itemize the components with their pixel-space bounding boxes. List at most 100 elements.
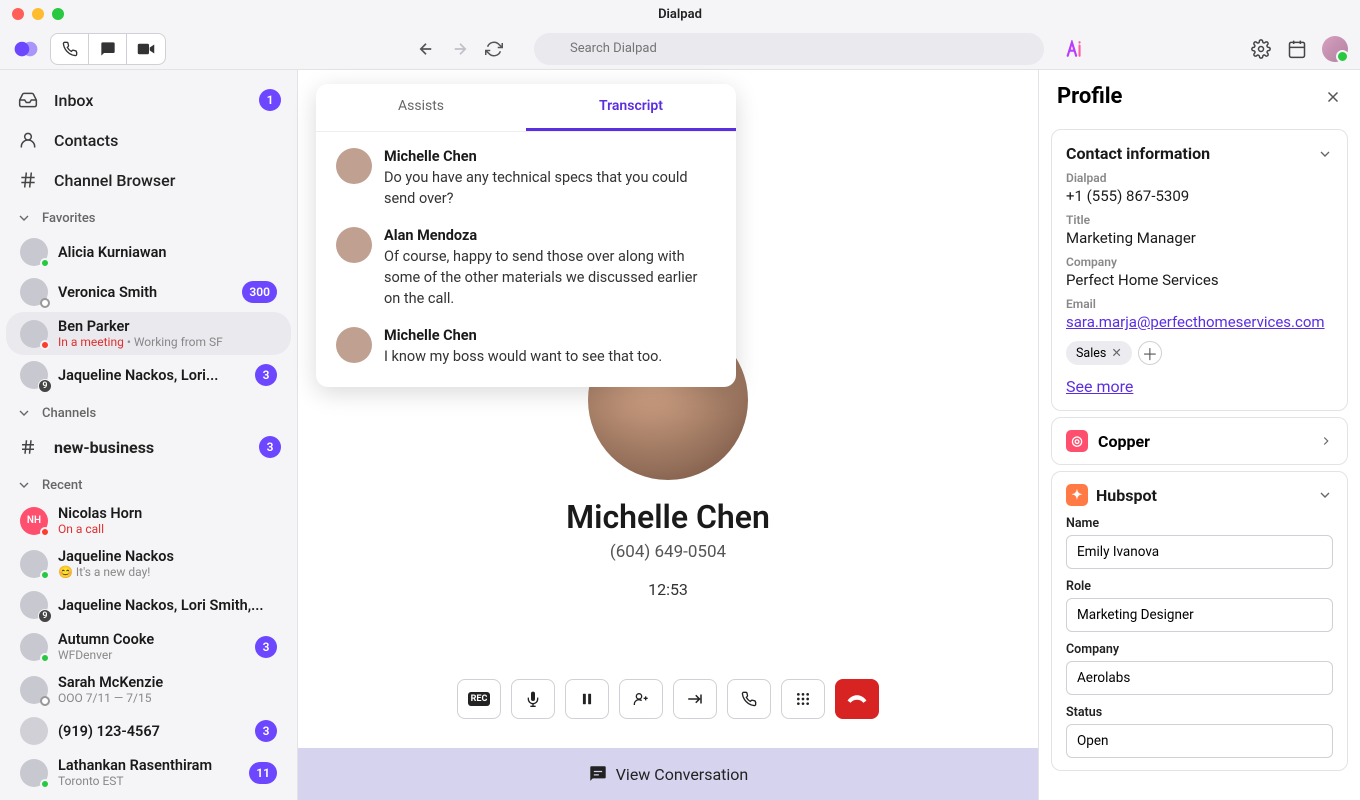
inbox-icon [16, 88, 40, 112]
copper-integration[interactable]: ◎ Copper [1051, 417, 1348, 465]
sidebar-recent-item[interactable]: Jaqueline Nackos😊 It's a new day! [6, 542, 291, 585]
sidebar-contacts[interactable]: Contacts [0, 120, 297, 160]
video-button[interactable] [127, 34, 165, 64]
dialpad-button[interactable] [781, 679, 825, 719]
collapse-button[interactable] [1317, 487, 1333, 503]
channel-new-business[interactable]: new-business 3 [0, 427, 297, 467]
hubspot-icon: ✦ [1066, 484, 1088, 506]
avatar [20, 759, 48, 787]
contacts-icon [16, 128, 40, 152]
hash-icon [16, 168, 40, 192]
sidebar-channel-browser[interactable]: Channel Browser [0, 160, 297, 200]
sidebar-inbox-label: Inbox [54, 91, 93, 110]
phone-value: +1 (555) 867-5309 [1066, 187, 1333, 205]
nav-arrows [416, 39, 504, 59]
sidebar-recent-item[interactable]: 9 Jaqueline Nackos, Lori Smith,... [6, 585, 291, 625]
sidebar-recent-item[interactable]: (919) 123-4567 3 [6, 711, 291, 751]
hold-button[interactable] [565, 679, 609, 719]
hs-status-input[interactable] [1066, 724, 1333, 758]
hs-name-input[interactable] [1066, 535, 1333, 569]
call-contact-name: Michelle Chen [298, 498, 1038, 536]
back-button[interactable] [416, 39, 436, 59]
contact-name: Veronica Smith [58, 284, 232, 301]
user-avatar[interactable] [1322, 36, 1348, 62]
sidebar-recent-item[interactable]: Autumn CookeWFDenver 3 [6, 625, 291, 668]
avatar [20, 676, 48, 704]
hs-company-input[interactable] [1066, 661, 1333, 695]
sidebar-recent-item[interactable]: NH Nicolas HornOn a call [6, 499, 291, 542]
calendar-button[interactable] [1286, 38, 1308, 60]
sidebar-favorite-item[interactable]: Ben ParkerIn a meeting • Working from SF [6, 312, 291, 355]
email-label: Email [1066, 297, 1333, 311]
message-text: I know my boss would want to see that to… [384, 346, 716, 367]
hs-role-input[interactable] [1066, 598, 1333, 632]
hs-company-label: Company [1066, 642, 1333, 657]
message-author: Michelle Chen [384, 327, 716, 344]
window-zoom-button[interactable] [52, 8, 64, 20]
tab-assists[interactable]: Assists [316, 84, 526, 131]
recent-label: Recent [42, 478, 82, 493]
window-title: Dialpad [658, 7, 702, 22]
avatar [20, 633, 48, 661]
sidebar-favorite-item[interactable]: Alicia Kurniawan [6, 232, 291, 272]
email-link[interactable]: sara.marja@perfecthomeservices.com [1066, 313, 1325, 331]
reload-button[interactable] [484, 39, 504, 59]
channels-header[interactable]: Channels [0, 395, 297, 427]
avatar [20, 550, 48, 578]
recent-header[interactable]: Recent [0, 467, 297, 499]
channel-name: new-business [54, 438, 154, 457]
tag-sales[interactable]: Sales✕ [1066, 341, 1132, 365]
call-options-button[interactable] [727, 679, 771, 719]
profile-panel: Profile Contact information Dialpad +1 (… [1038, 70, 1360, 800]
window-close-button[interactable] [12, 8, 24, 20]
sidebar-favorite-item[interactable]: 9 Jaqueline Nackos, Lori... 3 [6, 355, 291, 395]
search-input[interactable] [534, 33, 1044, 65]
sidebar-recent-item[interactable]: Lathankan RasenthiramToronto EST 11 [6, 751, 291, 794]
contact-name: (919) 123-4567 [58, 723, 245, 740]
sidebar-recent-item[interactable]: Sarah McKenzieOOO 7/11 — 7/15 [6, 668, 291, 711]
sidebar-favorite-item[interactable]: Veronica Smith 300 [6, 272, 291, 312]
favorites-header[interactable]: Favorites [0, 200, 297, 232]
right-icons [1250, 36, 1348, 62]
view-conversation-label: View Conversation [616, 765, 749, 784]
settings-button[interactable] [1250, 38, 1272, 60]
copper-label: Copper [1098, 432, 1150, 451]
unread-badge: 11 [249, 762, 277, 784]
hs-status-label: Status [1066, 705, 1333, 720]
hs-role-label: Role [1066, 579, 1333, 594]
chevron-down-icon [16, 405, 32, 421]
message-button[interactable] [89, 34, 127, 64]
channel-badge: 3 [259, 436, 281, 458]
mute-button[interactable] [511, 679, 555, 719]
toolbar [0, 28, 1360, 70]
profile-close-button[interactable] [1324, 88, 1342, 106]
contact-name: Autumn Cooke [58, 631, 245, 648]
record-button[interactable]: REC [457, 679, 501, 719]
avatar [336, 227, 372, 263]
see-more-link[interactable]: See more [1066, 377, 1133, 396]
call-contact-phone: (604) 649-0504 [298, 542, 1038, 562]
copper-icon: ◎ [1066, 430, 1088, 452]
hangup-button[interactable] [835, 679, 879, 719]
sidebar-inbox[interactable]: Inbox 1 [0, 80, 297, 120]
collapse-button[interactable] [1317, 146, 1333, 162]
add-participant-button[interactable] [619, 679, 663, 719]
view-conversation-button[interactable]: View Conversation [298, 748, 1038, 800]
chevron-down-icon [16, 210, 32, 226]
add-tag-button[interactable]: ＋ [1138, 341, 1162, 365]
contact-name: Lathankan Rasenthiram [58, 757, 239, 774]
inbox-badge: 1 [259, 89, 281, 111]
sidebar-recent-item[interactable]: 24 Bill Yackey, Sam Maliksi, J.P.... [6, 794, 291, 800]
tab-transcript[interactable]: Transcript [526, 84, 736, 131]
call-button[interactable] [51, 34, 89, 64]
transcript-popover: Assists Transcript Michelle Chen Do you … [316, 84, 736, 387]
remove-tag-icon[interactable]: ✕ [1111, 345, 1121, 361]
favorites-label: Favorites [42, 211, 95, 226]
main-call-panel: Michelle Chen (604) 649-0504 12:53 REC V… [298, 70, 1038, 800]
transfer-button[interactable] [673, 679, 717, 719]
window-minimize-button[interactable] [32, 8, 44, 20]
forward-button[interactable] [450, 39, 470, 59]
contact-name: Jaqueline Nackos, Lori... [58, 367, 245, 384]
channels-label: Channels [42, 406, 96, 421]
ai-icon[interactable] [1066, 40, 1088, 58]
